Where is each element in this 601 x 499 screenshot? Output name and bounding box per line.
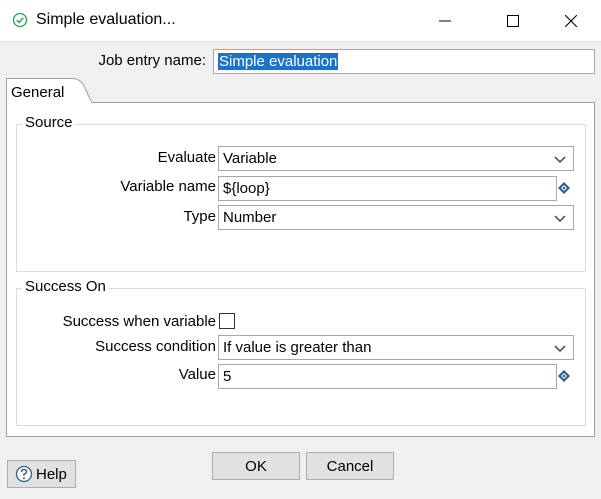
insert-variable-icon[interactable] xyxy=(557,181,571,195)
variable-name-input[interactable]: ${loop} xyxy=(218,176,557,201)
variable-name-label: Variable name xyxy=(120,178,216,195)
type-select[interactable]: Number xyxy=(218,205,574,230)
close-button[interactable] xyxy=(548,0,594,42)
success-on-group-title: Success On xyxy=(22,278,109,295)
job-entry-name-label: Job entry name: xyxy=(98,52,206,69)
chevron-down-icon xyxy=(554,215,566,223)
value-input[interactable]: 5 xyxy=(218,364,557,389)
type-value: Number xyxy=(223,209,277,226)
window-title: Simple evaluation... xyxy=(36,11,176,28)
job-entry-name-value: Simple evaluation xyxy=(218,53,339,70)
value-label: Value xyxy=(178,366,216,383)
success-condition-value: If value is greater than xyxy=(223,339,372,356)
value-value: 5 xyxy=(223,368,232,385)
success-condition-label: Success condition xyxy=(95,338,216,355)
help-icon xyxy=(15,465,33,483)
tab-join xyxy=(7,101,91,104)
success-condition-select[interactable]: If value is greater than xyxy=(218,335,574,360)
maximize-icon xyxy=(507,15,519,27)
maximize-button[interactable] xyxy=(490,0,536,42)
minimize-icon xyxy=(439,20,451,22)
chevron-down-icon xyxy=(554,156,566,164)
title-bar: Simple evaluation... xyxy=(0,0,601,42)
evaluate-value: Variable xyxy=(223,150,277,167)
ok-button[interactable]: OK xyxy=(212,452,300,480)
minimize-button[interactable] xyxy=(422,0,468,42)
chevron-down-icon xyxy=(554,345,566,353)
close-icon xyxy=(565,15,577,27)
help-button[interactable]: Help xyxy=(7,460,76,488)
insert-variable-icon[interactable] xyxy=(557,369,571,383)
cancel-button[interactable]: Cancel xyxy=(306,452,394,480)
source-group-title: Source xyxy=(22,114,76,131)
success-when-variable-label: Success when variable xyxy=(62,313,216,330)
variable-name-value: ${loop} xyxy=(223,180,270,197)
type-label: Type xyxy=(183,208,216,225)
evaluate-label: Evaluate xyxy=(157,149,216,166)
success-when-variable-checkbox[interactable] xyxy=(219,313,235,329)
check-circle-icon xyxy=(12,12,28,28)
tab-general[interactable]: General xyxy=(11,84,64,101)
help-label: Help xyxy=(36,465,67,483)
job-entry-name-input[interactable]: Simple evaluation xyxy=(213,49,595,74)
evaluate-select[interactable]: Variable xyxy=(218,146,574,171)
